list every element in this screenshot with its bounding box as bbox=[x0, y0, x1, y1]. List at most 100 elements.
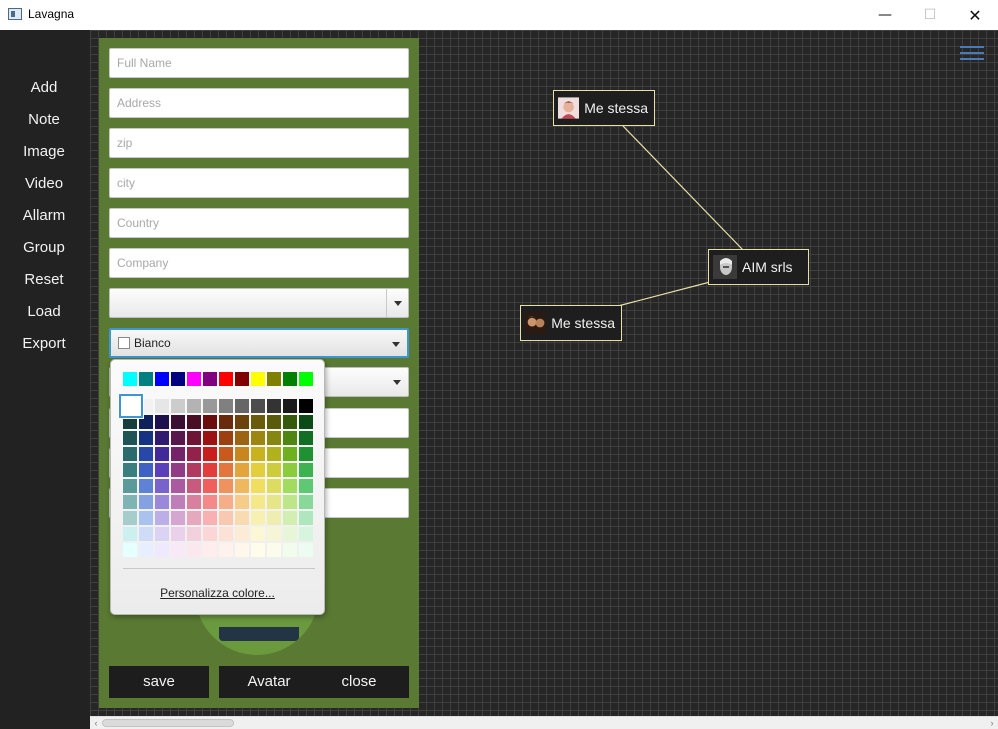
address-input[interactable] bbox=[109, 88, 409, 118]
color-swatch[interactable] bbox=[251, 399, 265, 413]
color-swatch[interactable] bbox=[155, 479, 169, 493]
color-swatch[interactable] bbox=[299, 399, 313, 413]
color-swatch[interactable] bbox=[139, 527, 153, 541]
city-input[interactable] bbox=[109, 168, 409, 198]
color-swatch[interactable] bbox=[267, 431, 281, 445]
sidebar-item-note[interactable]: Note bbox=[0, 108, 88, 132]
company-input[interactable] bbox=[109, 248, 409, 278]
color-swatch[interactable] bbox=[203, 511, 217, 525]
sidebar-item-allarm[interactable]: Allarm bbox=[0, 204, 88, 228]
color-swatch[interactable] bbox=[139, 372, 153, 386]
color-swatch[interactable] bbox=[251, 415, 265, 429]
color-swatch[interactable] bbox=[235, 543, 249, 557]
sidebar-item-video[interactable]: Video bbox=[0, 172, 88, 196]
color-swatch[interactable] bbox=[155, 495, 169, 509]
color-swatch[interactable] bbox=[219, 479, 233, 493]
color-swatch[interactable] bbox=[283, 463, 297, 477]
color-swatch[interactable] bbox=[235, 511, 249, 525]
color-swatch[interactable] bbox=[299, 543, 313, 557]
color-swatch[interactable] bbox=[123, 527, 137, 541]
color-swatch[interactable] bbox=[187, 495, 201, 509]
color-swatch[interactable] bbox=[219, 543, 233, 557]
color-swatch[interactable] bbox=[203, 447, 217, 461]
color-swatch[interactable] bbox=[251, 495, 265, 509]
color-swatch[interactable] bbox=[219, 527, 233, 541]
color-swatch[interactable] bbox=[235, 527, 249, 541]
color-swatch[interactable] bbox=[187, 399, 201, 413]
color-swatch[interactable] bbox=[171, 463, 185, 477]
color-swatch[interactable] bbox=[187, 372, 201, 386]
close-button[interactable]: close bbox=[309, 666, 409, 698]
color-swatch[interactable] bbox=[171, 447, 185, 461]
color-swatch[interactable] bbox=[267, 372, 281, 386]
full-name-input[interactable] bbox=[109, 48, 409, 78]
scroll-right-icon[interactable]: › bbox=[986, 717, 998, 729]
color-swatch[interactable] bbox=[187, 415, 201, 429]
color-swatch[interactable] bbox=[187, 527, 201, 541]
color-swatch[interactable] bbox=[283, 543, 297, 557]
sidebar-item-reset[interactable]: Reset bbox=[0, 268, 88, 292]
color-swatch[interactable] bbox=[123, 431, 137, 445]
selected-color-swatch[interactable] bbox=[119, 394, 143, 418]
sidebar-item-image[interactable]: Image bbox=[0, 140, 88, 164]
color-swatch[interactable] bbox=[299, 372, 313, 386]
minimize-button[interactable]: — bbox=[862, 0, 908, 30]
color-swatch[interactable] bbox=[187, 447, 201, 461]
color-swatch[interactable] bbox=[155, 463, 169, 477]
color-swatch[interactable] bbox=[187, 511, 201, 525]
color-swatch[interactable] bbox=[139, 543, 153, 557]
color-swatch[interactable] bbox=[219, 415, 233, 429]
avatar-button[interactable]: Avatar bbox=[219, 666, 319, 698]
color-swatch[interactable] bbox=[203, 415, 217, 429]
color-swatch[interactable] bbox=[267, 447, 281, 461]
sidebar-item-load[interactable]: Load bbox=[0, 300, 88, 324]
color-swatch[interactable] bbox=[123, 511, 137, 525]
color-swatch[interactable] bbox=[203, 479, 217, 493]
color-swatch[interactable] bbox=[283, 495, 297, 509]
color-swatch[interactable] bbox=[171, 431, 185, 445]
zip-input[interactable] bbox=[109, 128, 409, 158]
color-swatch[interactable] bbox=[283, 431, 297, 445]
color-swatch[interactable] bbox=[171, 495, 185, 509]
color-swatch[interactable] bbox=[283, 399, 297, 413]
color-swatch[interactable] bbox=[299, 431, 313, 445]
board-node[interactable]: AIM srls bbox=[708, 249, 809, 285]
color-swatch[interactable] bbox=[299, 527, 313, 541]
type-dropdown[interactable] bbox=[109, 288, 409, 318]
hamburger-menu-icon[interactable] bbox=[960, 46, 984, 64]
color-swatch[interactable] bbox=[187, 431, 201, 445]
color-swatch[interactable] bbox=[251, 431, 265, 445]
color-swatch[interactable] bbox=[139, 463, 153, 477]
color-swatch[interactable] bbox=[251, 372, 265, 386]
color-swatch[interactable] bbox=[251, 527, 265, 541]
color-swatch[interactable] bbox=[267, 495, 281, 509]
color-swatch[interactable] bbox=[235, 495, 249, 509]
sidebar-item-add[interactable]: Add bbox=[0, 76, 88, 100]
color-swatch[interactable] bbox=[155, 431, 169, 445]
color-swatch[interactable] bbox=[283, 479, 297, 493]
color-swatch[interactable] bbox=[155, 399, 169, 413]
scrollbar-thumb[interactable] bbox=[102, 719, 234, 727]
close-window-button[interactable]: ✕ bbox=[952, 0, 998, 30]
color-swatch[interactable] bbox=[219, 495, 233, 509]
color-swatch[interactable] bbox=[267, 479, 281, 493]
color-swatch[interactable] bbox=[155, 415, 169, 429]
color-swatch[interactable] bbox=[171, 527, 185, 541]
color-swatch[interactable] bbox=[267, 511, 281, 525]
color-swatch[interactable] bbox=[251, 479, 265, 493]
color-swatch[interactable] bbox=[203, 543, 217, 557]
color-swatch[interactable] bbox=[283, 415, 297, 429]
color-swatch[interactable] bbox=[299, 511, 313, 525]
color-swatch[interactable] bbox=[139, 495, 153, 509]
color-swatch[interactable] bbox=[299, 447, 313, 461]
color-swatch[interactable] bbox=[203, 431, 217, 445]
color-swatch[interactable] bbox=[267, 463, 281, 477]
color-swatch[interactable] bbox=[171, 511, 185, 525]
color-swatch[interactable] bbox=[267, 415, 281, 429]
color-swatch[interactable] bbox=[283, 527, 297, 541]
color-swatch[interactable] bbox=[123, 372, 137, 386]
color-swatch[interactable] bbox=[155, 511, 169, 525]
color-swatch[interactable] bbox=[267, 527, 281, 541]
color-swatch[interactable] bbox=[203, 527, 217, 541]
color-swatch[interactable] bbox=[219, 431, 233, 445]
